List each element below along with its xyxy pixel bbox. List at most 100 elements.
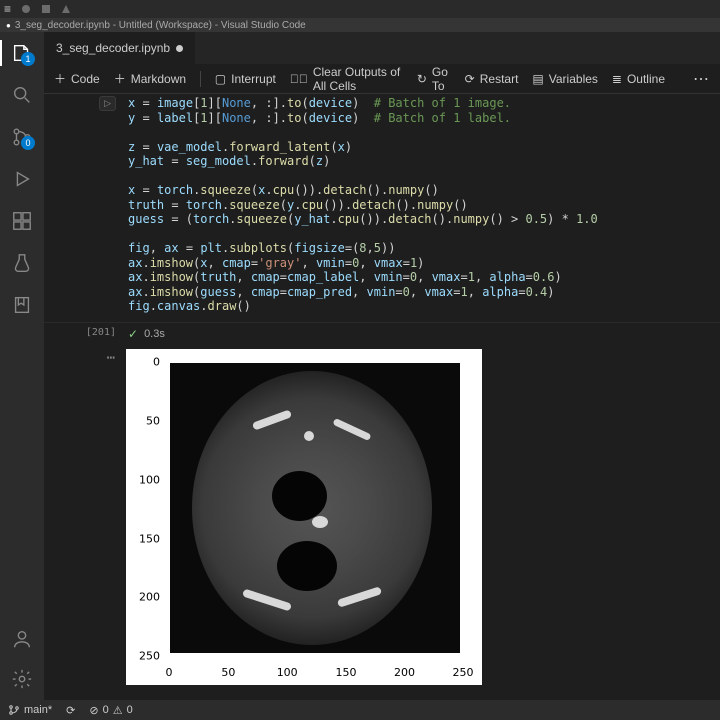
execution-count: [201] (86, 327, 116, 338)
window-title: ● 3_seg_decoder.ipynb - Untitled (Worksp… (0, 18, 720, 32)
sync-icon: ⟳ (66, 704, 75, 717)
rib-2 (332, 417, 371, 440)
add-code-button[interactable]: ＋ Code (54, 70, 100, 87)
status-bar: main* ⟳ ⊘ 0 ⚠ 0 (0, 700, 720, 720)
toolbar-more-icon[interactable]: ⋯ (693, 69, 710, 89)
tab-notebook[interactable]: 3_seg_decoder.ipynb (44, 32, 196, 64)
output-status: ✓ 0.3s (122, 323, 720, 345)
app-icon-2 (41, 4, 51, 14)
tab-filename: 3_seg_decoder.ipynb (56, 41, 170, 55)
bone-2 (304, 431, 314, 441)
matplotlib-figure: 0 50 100 150 200 250 0 50 100 150 200 25… (126, 349, 482, 685)
restart-button[interactable]: ⟳ Restart (465, 72, 519, 86)
git-branch[interactable]: main* (8, 704, 52, 716)
y-tick: 50 (132, 414, 160, 427)
sync-button[interactable]: ⟳ (66, 704, 75, 717)
goto-label: Go To (432, 65, 451, 93)
x-tick: 200 (394, 666, 415, 679)
y-tick: 150 (132, 532, 160, 545)
add-code-label: Code (71, 72, 100, 86)
plus-icon: ＋ (54, 70, 66, 87)
rib-3 (242, 588, 292, 611)
rib-4 (337, 586, 382, 608)
outline-label: Outline (627, 72, 665, 86)
y-tick: 250 (132, 649, 160, 662)
y-tick: 100 (132, 473, 160, 486)
clear-outputs-button[interactable]: �⃠ Clear Outputs of All Cells (290, 65, 403, 93)
gear-icon[interactable] (11, 668, 33, 690)
problems[interactable]: ⊘ 0 ⚠ 0 (89, 704, 132, 717)
restart-icon: ⟳ (465, 72, 475, 86)
x-tick: 100 (277, 666, 298, 679)
error-count: 0 (103, 704, 109, 716)
explorer-icon[interactable]: 1 (11, 42, 33, 64)
divider (200, 71, 201, 87)
activity-bar: 1 0 (0, 32, 44, 700)
tab-dirty-icon (176, 45, 183, 52)
warning-icon: ⚠ (113, 704, 123, 717)
editor-area: 3_seg_decoder.ipynb ＋ Code ＋ Markdown ▢ … (44, 32, 720, 700)
x-tick: 0 (166, 666, 173, 679)
add-markdown-button[interactable]: ＋ Markdown (114, 70, 186, 87)
code-editor[interactable]: x = image[1][None, :].to(device) # Batch… (122, 94, 720, 322)
cell-gutter: ▷ (44, 94, 122, 322)
cavity-2 (277, 541, 337, 591)
outline-icon: ≣ (612, 72, 622, 86)
plus-icon: ＋ (114, 70, 126, 87)
plot-axes: 0 50 100 150 200 250 0 50 100 150 200 25… (166, 359, 466, 659)
run-debug-icon[interactable] (11, 168, 33, 190)
bookmark-icon[interactable] (11, 294, 33, 316)
output-gutter: [201] ⋯ (44, 323, 122, 693)
cell-output: [201] ⋯ ✓ 0.3s (44, 322, 720, 693)
x-tick: 50 (221, 666, 235, 679)
x-tick: 250 (453, 666, 474, 679)
stop-icon: ▢ (215, 72, 226, 86)
variables-icon: ▤ (532, 72, 543, 86)
scm-badge: 0 (21, 136, 35, 150)
window-title-text: 3_seg_decoder.ipynb - Untitled (Workspac… (15, 20, 306, 31)
bone-1 (312, 516, 328, 528)
variables-label: Variables (549, 72, 598, 86)
extensions-icon[interactable] (11, 210, 33, 232)
x-tick: 150 (336, 666, 357, 679)
goto-icon: ↻ (417, 72, 427, 86)
cavity-1 (272, 471, 327, 521)
hamburger-menu-icon[interactable]: ≡ (4, 2, 11, 16)
branch-name: main* (24, 704, 52, 716)
warning-count: 0 (127, 704, 133, 716)
source-control-icon[interactable]: 0 (11, 126, 33, 148)
app-icon-1 (21, 4, 31, 14)
code-cell: ▷ x = image[1][None, :].to(device) # Bat… (44, 94, 720, 322)
add-markdown-label: Markdown (131, 72, 186, 86)
y-tick: 0 (132, 355, 160, 368)
notebook-toolbar: ＋ Code ＋ Markdown ▢ Interrupt �⃠ Clear O… (44, 64, 720, 94)
rib-1 (252, 409, 292, 430)
output-more-icon[interactable]: ⋯ (107, 350, 116, 366)
titlebar: ≡ (0, 0, 720, 18)
explorer-badge: 1 (21, 52, 35, 66)
search-icon[interactable] (11, 84, 33, 106)
branch-icon (8, 704, 20, 716)
restart-label: Restart (480, 72, 519, 86)
variables-button[interactable]: ▤ Variables (532, 72, 597, 86)
body-cross-section (192, 371, 432, 645)
clear-icon: �⃠ (290, 72, 308, 86)
outline-button[interactable]: ≣ Outline (612, 72, 665, 86)
interrupt-label: Interrupt (231, 72, 276, 86)
goto-button[interactable]: ↻ Go To (417, 65, 451, 93)
play-icon: ▷ (104, 98, 111, 109)
run-time: 0.3s (144, 328, 165, 340)
success-check-icon: ✓ (128, 327, 138, 341)
clear-outputs-label: Clear Outputs of All Cells (313, 65, 403, 93)
dirty-dot-icon: ● (6, 21, 11, 30)
interrupt-button[interactable]: ▢ Interrupt (215, 72, 276, 86)
tab-bar: 3_seg_decoder.ipynb (44, 32, 720, 64)
run-cell-button[interactable]: ▷ (99, 96, 116, 111)
y-tick: 200 (132, 591, 160, 604)
error-icon: ⊘ (89, 704, 98, 717)
testing-icon[interactable] (11, 252, 33, 274)
app-icon-3 (61, 4, 71, 14)
accounts-icon[interactable] (11, 628, 33, 650)
ct-scan-image (170, 363, 460, 653)
notebook-body[interactable]: ▷ x = image[1][None, :].to(device) # Bat… (44, 94, 720, 700)
